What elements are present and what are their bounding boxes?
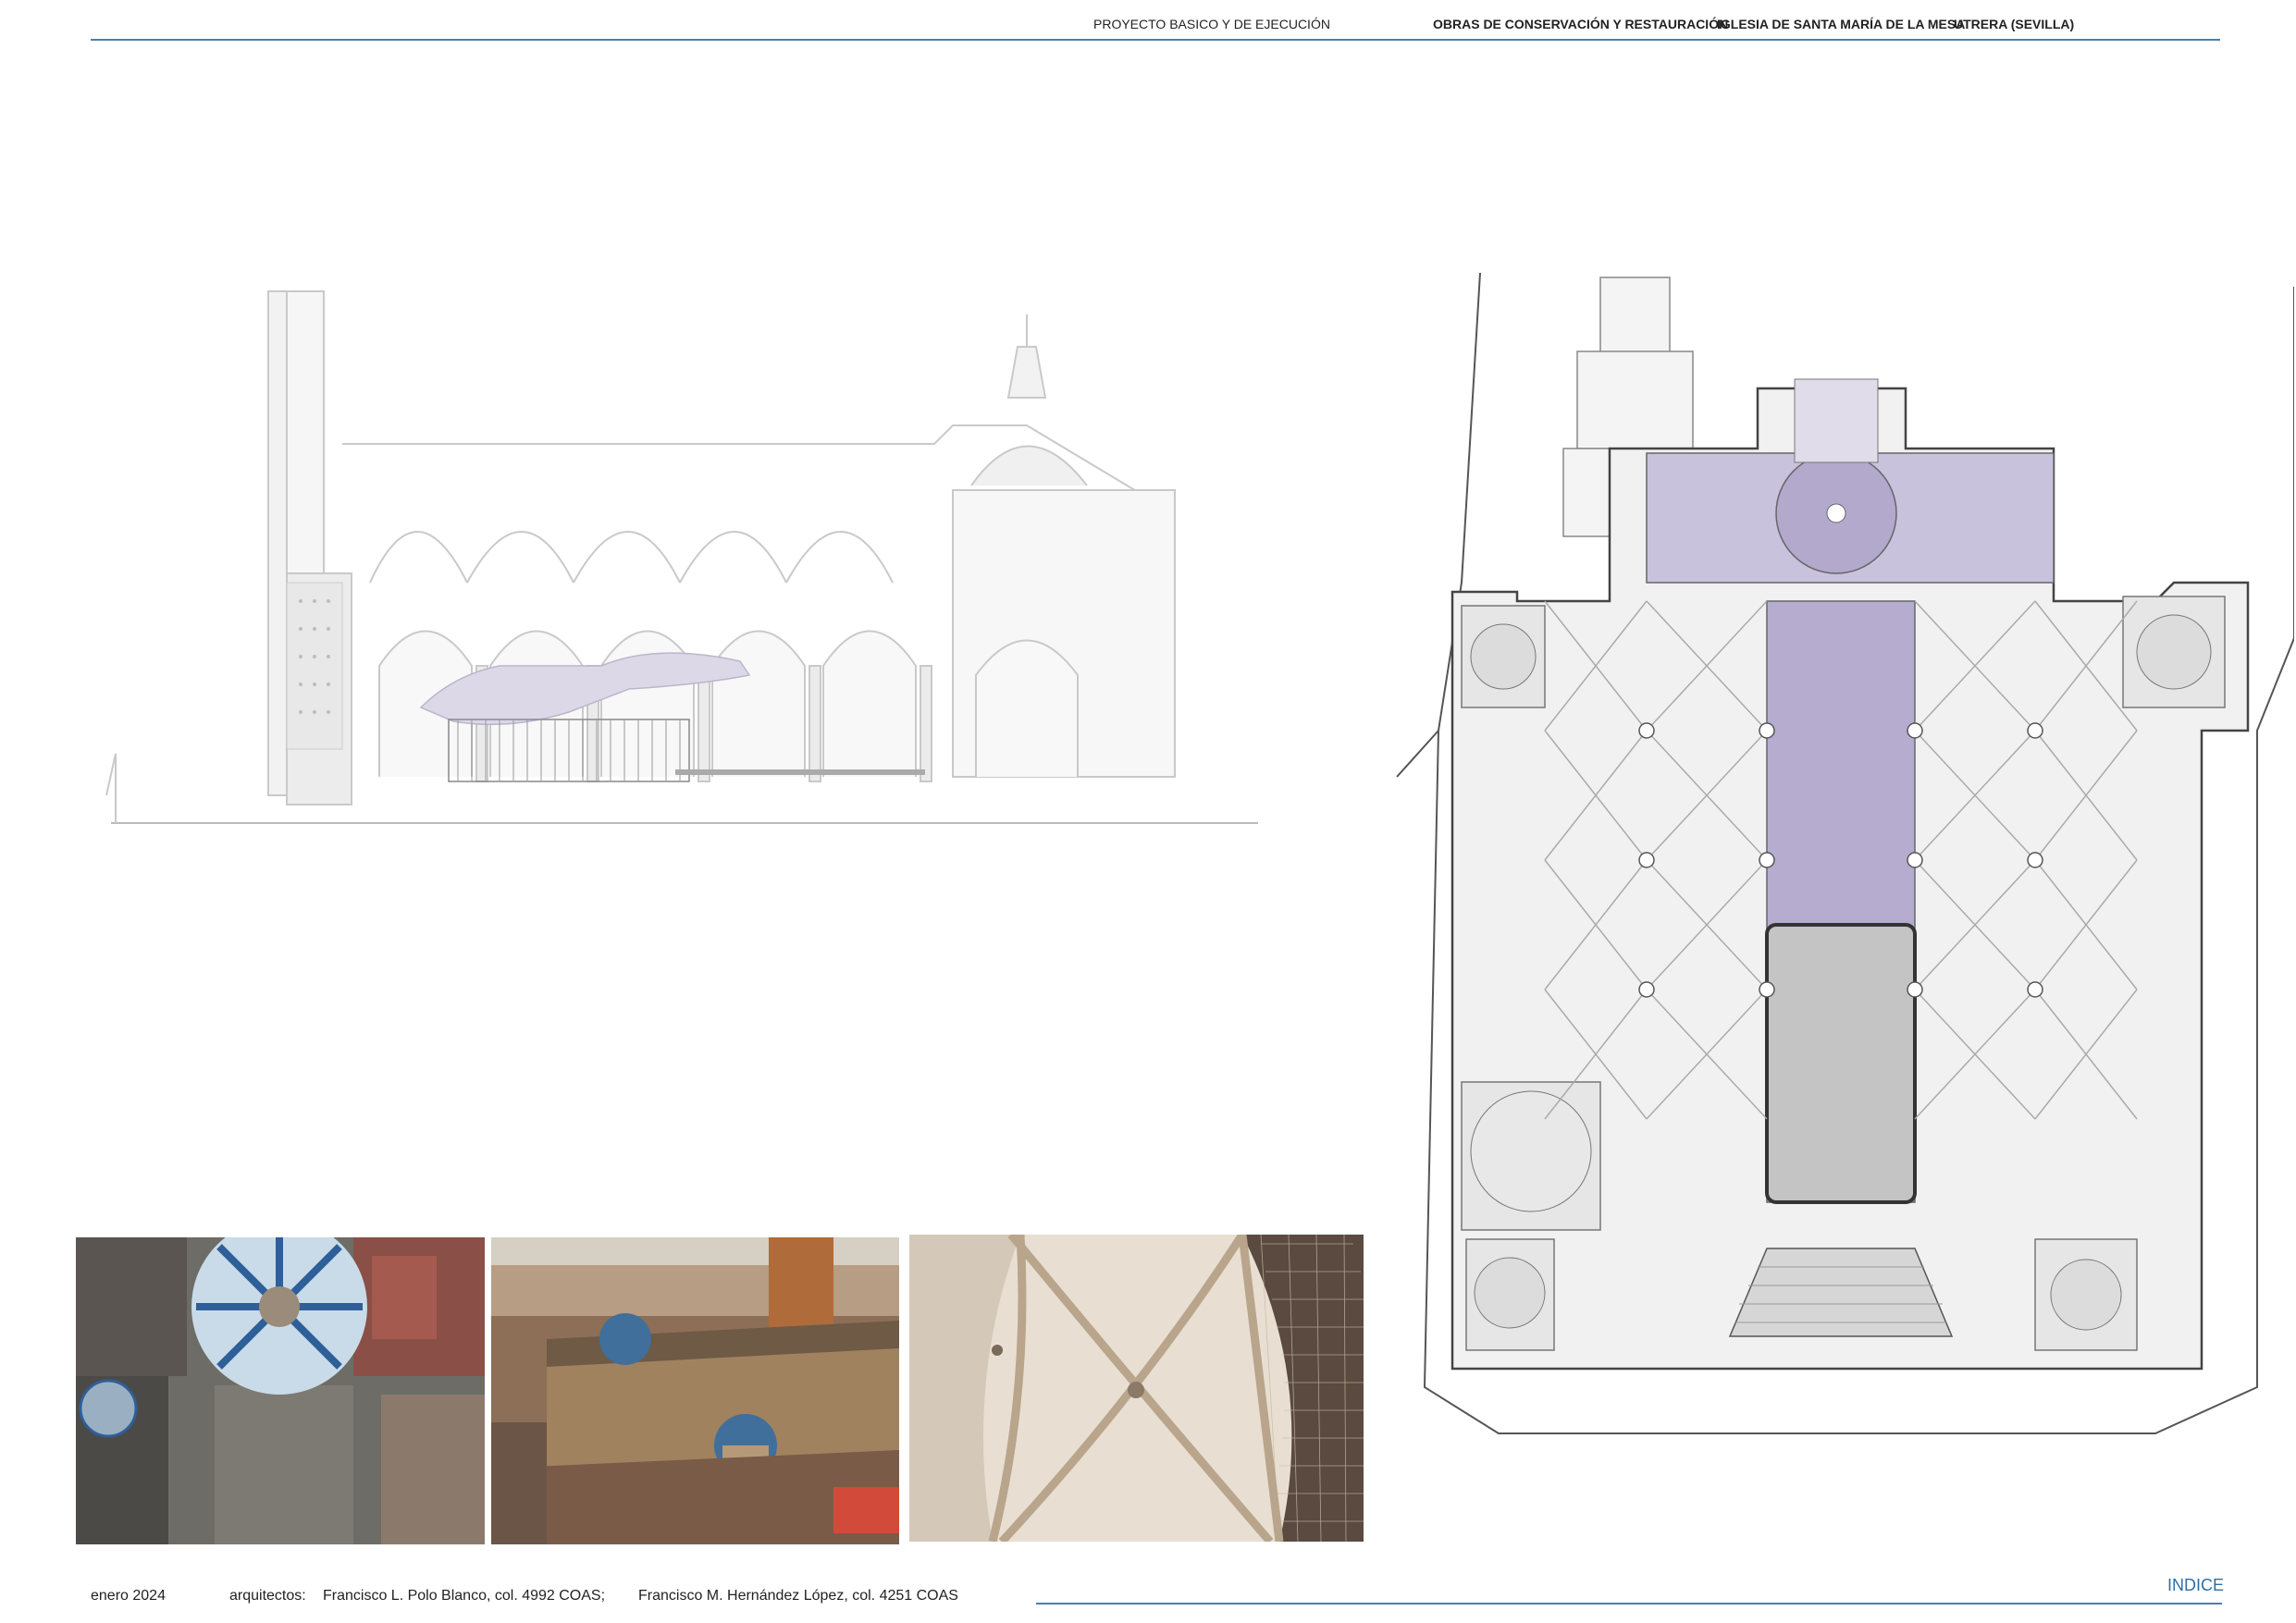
footer-rule <box>1036 1603 2222 1605</box>
photo-aerial-church <box>491 1237 899 1544</box>
header-works: OBRAS DE CONSERVACIÓN Y RESTAURACIÓN <box>1433 17 1729 31</box>
header-location: UTRERA (SEVILLA) <box>1954 17 2075 31</box>
footer-date: enero 2024 <box>91 1588 166 1604</box>
index-link[interactable]: INDICE <box>2167 1576 2224 1595</box>
photo-interior-vault <box>909 1235 1364 1542</box>
header-rule <box>91 39 2220 41</box>
church-section-drawing <box>105 290 1258 824</box>
footer-architects-label: arquitectos: <box>229 1588 306 1604</box>
header-church: IGLESIA DE SANTA MARÍA DE LA MESA <box>1717 17 1966 31</box>
footer-architect-1: Francisco L. Polo Blanco, col. 4992 COAS… <box>323 1588 606 1604</box>
header-project-type: PROYECTO BASICO Y DE EJECUCIÓN <box>1093 17 1330 31</box>
photo-aerial-dome <box>76 1237 485 1544</box>
footer-architect-2: Francisco M. Hernández López, col. 4251 … <box>638 1588 958 1604</box>
church-floor-plan <box>1396 272 2294 1434</box>
